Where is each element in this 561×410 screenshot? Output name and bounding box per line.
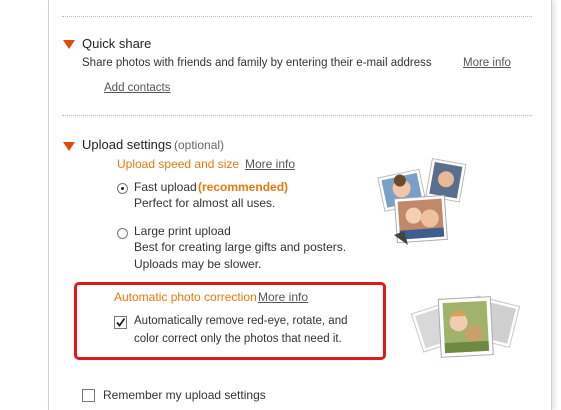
photo-fan-icon — [410, 295, 520, 358]
upload-speed-heading: Upload speed and size — [117, 157, 240, 171]
recommended-badge: (recommended) — [198, 180, 289, 194]
quick-share-title[interactable]: Quick share — [82, 36, 151, 51]
remember-settings-label[interactable]: Remember my upload settings — [103, 388, 266, 402]
photo-correction-line-1: Automatically remove red-eye, rotate, an… — [134, 315, 348, 327]
photo-correction-heading: Automatic photo correction — [114, 290, 257, 304]
remember-settings-checkbox[interactable] — [82, 389, 95, 402]
fast-upload-label[interactable]: Fast upload — [134, 180, 197, 194]
large-print-upload-description-2: Uploads may be slower. — [134, 257, 262, 271]
quick-share-more-info-link[interactable]: More info — [463, 57, 511, 69]
photo-correction-line-2: color correct only the photos that need … — [134, 333, 342, 345]
upload-settings-title[interactable]: Upload settings — [82, 137, 172, 152]
photo-correction-more-info-link[interactable]: More info — [258, 290, 308, 304]
quick-share-description: Share photos with friends and family by … — [82, 57, 432, 69]
large-print-upload-radio[interactable] — [117, 228, 128, 239]
large-print-upload-label[interactable]: Large print upload — [134, 224, 231, 238]
add-contacts-link[interactable]: Add contacts — [104, 82, 170, 94]
collapse-arrow-icon[interactable] — [63, 40, 75, 49]
separator-top — [62, 16, 532, 17]
checkmark-icon — [116, 317, 126, 327]
separator-middle — [62, 115, 532, 116]
radio-selected-dot — [121, 187, 124, 190]
fast-upload-radio[interactable] — [117, 183, 128, 194]
photo-stack-icon — [377, 158, 467, 245]
upload-speed-more-info-link[interactable]: More info — [245, 157, 295, 171]
large-print-upload-description-1: Best for creating large gifts and poster… — [134, 240, 347, 254]
optional-label: (optional) — [174, 138, 225, 152]
collapse-arrow-icon[interactable] — [63, 142, 75, 151]
photo-correction-checkbox[interactable] — [114, 316, 127, 329]
fast-upload-description: Perfect for almost all uses. — [134, 196, 276, 210]
